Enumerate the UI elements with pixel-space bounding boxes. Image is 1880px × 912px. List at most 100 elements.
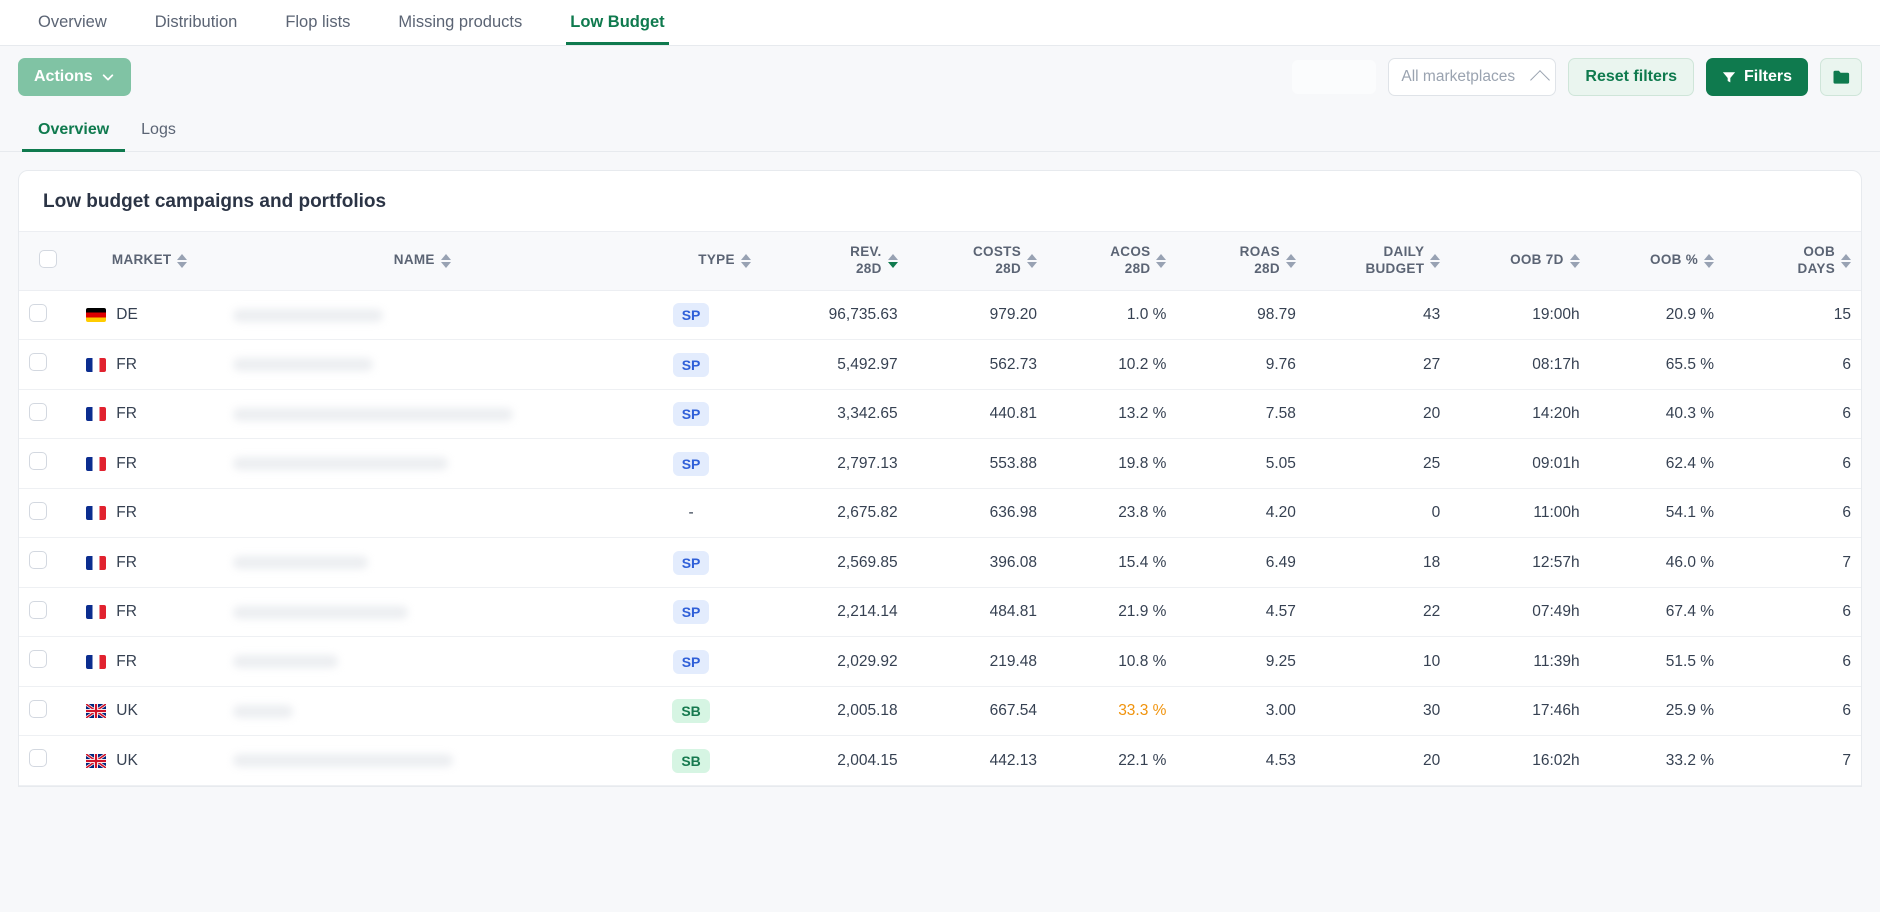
column-header-label: COSTS 28D — [973, 244, 1022, 276]
cell-type: SB — [621, 686, 760, 736]
cell-oob-7d: 08:17h — [1532, 355, 1580, 373]
subtab-logs[interactable]: Logs — [125, 108, 192, 151]
table-row[interactable]: FR SP 2,569.85 396.08 15.4 % 6.49 18 12:57h 46.0… — [19, 538, 1861, 588]
sort-icon[interactable] — [740, 253, 751, 268]
table-row[interactable]: DE SP 96,735.63 979.20 1.0 % 98.79 43 19:00h 20.… — [19, 290, 1861, 340]
folder-button[interactable] — [1820, 58, 1862, 96]
cell-revenue: 3,342.65 — [837, 405, 898, 422]
row-checkbox[interactable] — [29, 600, 47, 619]
actions-button[interactable]: Actions — [18, 58, 131, 96]
column-header-label: TYPE — [698, 252, 735, 268]
cell-type: SP — [621, 538, 760, 588]
cell-roas: 5.05 — [1265, 454, 1296, 472]
cell-daily-budget: 20 — [1423, 751, 1441, 769]
cell-costs: 396.08 — [989, 553, 1038, 571]
nav-item-low-budget[interactable]: Low Budget — [546, 0, 688, 45]
sort-icon[interactable] — [1156, 253, 1167, 268]
cell-oob-percent: 54.1 % — [1665, 504, 1715, 521]
row-checkbox[interactable] — [29, 402, 47, 421]
sort-icon[interactable] — [1569, 253, 1580, 268]
cell-daily-budget: 30 — [1423, 702, 1441, 719]
row-checkbox[interactable] — [29, 452, 47, 470]
table-card-wrapper: Low budget campaigns and portfolios MARK… — [0, 152, 1880, 787]
table-body: DE SP 96,735.63 979.20 1.0 % 98.79 43 19:00h 20.… — [19, 290, 1861, 786]
column-header-budget[interactable]: DAILY BUDGET — [1306, 232, 1450, 291]
toolbar: Actions All marketplaces Reset filters F… — [0, 46, 1880, 108]
column-header-oobpct[interactable]: OOB % — [1590, 232, 1724, 291]
cell-costs: 636.98 — [989, 504, 1038, 521]
sort-icon[interactable] — [887, 253, 898, 268]
cell-daily-budget: 18 — [1423, 553, 1441, 571]
cell-market: DE — [76, 290, 223, 340]
column-header-name[interactable]: NAME — [223, 232, 621, 291]
sort-icon[interactable] — [440, 253, 451, 268]
flag-uk-icon — [86, 704, 107, 718]
market-label: DE — [116, 306, 138, 323]
column-header-market[interactable]: MARKET — [76, 232, 223, 291]
nav-item-flop-lists[interactable]: Flop lists — [261, 0, 374, 45]
cell-daily-budget: 0 — [1431, 504, 1441, 521]
sort-icon[interactable] — [1704, 253, 1715, 268]
cell-roas: 9.25 — [1265, 652, 1296, 670]
row-checkbox[interactable] — [29, 303, 47, 322]
column-header-costs[interactable]: COSTS 28D — [908, 232, 1047, 291]
table-row[interactable]: FR SP 2,214.14 484.81 21.9 % 4.57 22 07:49h 67.4… — [19, 587, 1861, 637]
cell-type: SP — [621, 637, 760, 687]
row-select-cell — [19, 340, 76, 390]
cell-name — [223, 389, 621, 439]
column-header-rev[interactable]: REV. 28D — [761, 232, 908, 291]
table-row[interactable]: UK SB 2,005.18 667.54 33.3 % 3.00 30 17:46h 25.9… — [19, 686, 1861, 736]
row-checkbox[interactable] — [29, 353, 47, 371]
sort-icon[interactable] — [1285, 253, 1296, 268]
subtab-label: Logs — [141, 120, 176, 138]
cell-oob-percent: 25.9 % — [1665, 702, 1715, 719]
row-checkbox[interactable] — [29, 501, 47, 520]
table-row[interactable]: FR SP 5,492.97 562.73 10.2 % 9.76 27 08:17h 65.5… — [19, 340, 1861, 390]
nav-item-missing-products[interactable]: Missing products — [374, 0, 546, 45]
table-row[interactable]: FR SP 2,797.13 553.88 19.8 % 5.05 25 09:01h 62.4… — [19, 439, 1861, 489]
table-row[interactable]: FR SP 2,029.92 219.48 10.8 % 9.25 10 11:39h 51.5… — [19, 637, 1861, 687]
type-badge: SP — [672, 649, 710, 674]
cell-type: SP — [621, 340, 760, 390]
cell-oob-percent: 20.9 % — [1665, 306, 1715, 323]
sort-icon[interactable] — [1430, 253, 1441, 268]
sort-icon[interactable] — [1841, 253, 1851, 268]
row-checkbox[interactable] — [29, 749, 47, 767]
marketplace-select[interactable]: All marketplaces — [1388, 58, 1557, 96]
column-header-oobdays[interactable]: OOB DAYS — [1724, 232, 1861, 291]
market-label: FR — [116, 405, 137, 422]
subtab-overview[interactable]: Overview — [22, 108, 126, 152]
filter-icon — [1722, 71, 1736, 82]
nav-item-distribution[interactable]: Distribution — [131, 0, 262, 45]
sort-icon[interactable] — [177, 253, 188, 268]
nav-item-label: Distribution — [154, 13, 238, 31]
table-row[interactable]: FR SP 3,342.65 440.81 13.2 % 7.58 20 14:20h 40.3… — [19, 389, 1861, 439]
cell-acos: 21.9 % — [1118, 603, 1167, 620]
row-checkbox[interactable] — [29, 699, 47, 718]
table-row[interactable]: FR - 2,675.82 636.98 23.8 % 4.20 0 11:00h 54.1 %… — [19, 488, 1861, 538]
flag-fr-icon — [86, 654, 107, 669]
column-header-type[interactable]: TYPE — [621, 232, 760, 291]
type-badge: SP — [672, 303, 710, 327]
table-row[interactable]: UK SB 2,004.15 442.13 22.1 % 4.53 20 16:02h 33.2… — [19, 736, 1861, 786]
type-badge: SP — [672, 451, 710, 476]
row-checkbox[interactable] — [29, 551, 47, 569]
column-header-oob7d[interactable]: OOB 7D — [1450, 232, 1589, 291]
filters-button[interactable]: Filters — [1705, 58, 1808, 96]
column-header-acos[interactable]: ACOS 28D — [1047, 232, 1176, 291]
reset-filters-button[interactable]: Reset filters — [1568, 58, 1694, 96]
select-all-checkbox[interactable] — [38, 250, 57, 269]
type-badge: SB — [672, 699, 710, 723]
sort-icon[interactable] — [1027, 253, 1038, 268]
cell-acos: 10.2 % — [1118, 355, 1167, 373]
cell-name — [223, 587, 621, 637]
cell-market: FR — [76, 439, 223, 489]
nav-item-overview[interactable]: Overview — [14, 0, 131, 45]
column-header-roas[interactable]: ROAS 28D — [1176, 232, 1305, 291]
row-select-cell — [19, 488, 76, 538]
row-select-cell — [19, 389, 76, 439]
cell-oob-percent: 40.3 % — [1665, 405, 1715, 422]
actions-button-label: Actions — [34, 68, 93, 85]
row-checkbox[interactable] — [29, 650, 47, 668]
cell-type: SP — [621, 439, 760, 489]
